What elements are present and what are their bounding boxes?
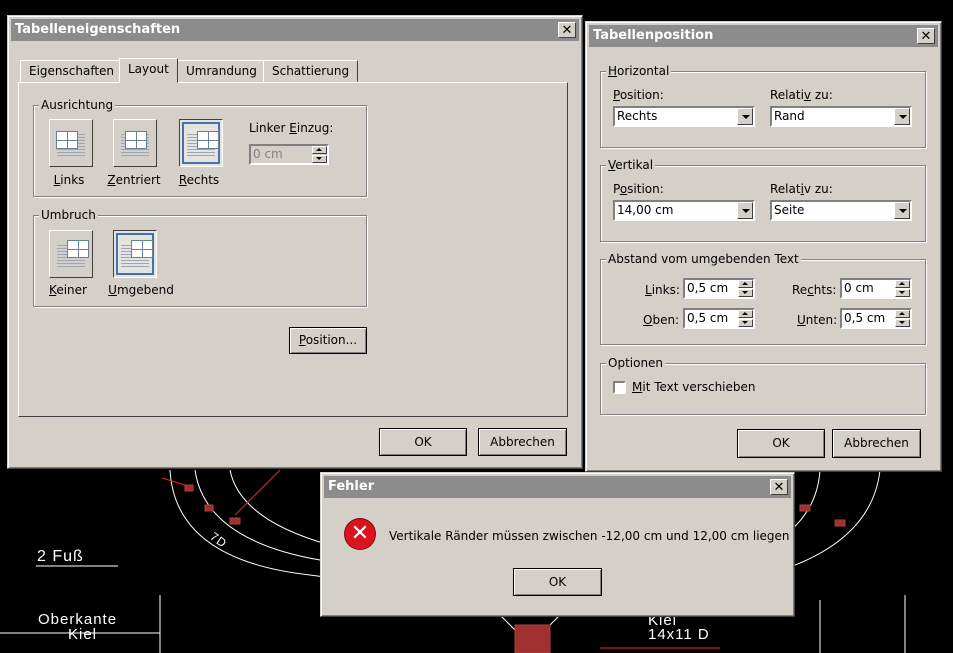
wrap-none-button[interactable] — [49, 230, 93, 278]
table-icon — [56, 131, 78, 149]
table-position-titlebar[interactable]: Tabellenposition ✕ — [589, 25, 938, 47]
horizontal-group-label: Horizontal — [606, 64, 672, 78]
align-right-button[interactable] — [179, 119, 223, 167]
top-distance-spinner[interactable]: 0,5 cm — [683, 308, 755, 329]
v-position-select[interactable]: 14,00 cm — [613, 200, 755, 221]
spin-down-icon[interactable] — [738, 319, 753, 327]
move-with-text-checkbox[interactable] — [613, 381, 626, 394]
chevron-down-icon[interactable] — [737, 202, 753, 219]
h-position-label: Position: — [613, 88, 664, 102]
error-icon: ✕ — [345, 519, 375, 549]
v-position-value: 14,00 cm — [617, 203, 674, 217]
align-left-label: Links — [53, 173, 85, 187]
close-button[interactable]: ✕ — [770, 479, 788, 495]
chevron-down-icon[interactable] — [894, 202, 910, 219]
table-icon — [67, 240, 89, 258]
spin-up-icon[interactable] — [895, 280, 910, 288]
vertical-group-label: Vertikal — [606, 158, 656, 172]
dialog-title: Tabellenposition — [593, 28, 714, 43]
bottom-distance-value: 0,5 cm — [844, 311, 886, 325]
top-distance-label: Oben: — [643, 313, 680, 327]
cancel-button[interactable]: Abbrechen — [832, 429, 921, 458]
v-relative-label: Relativ zu: — [770, 182, 833, 196]
bottom-distance-label: Unten: — [797, 313, 838, 327]
left-distance-label: Links: — [645, 283, 680, 297]
distance-group: Abstand vom umgebenden Text — [600, 252, 926, 345]
align-center-button[interactable] — [113, 119, 157, 167]
align-center-label: Zentriert — [107, 173, 161, 187]
table-icon — [125, 131, 147, 149]
alignment-group-label: Ausrichtung — [39, 98, 116, 112]
right-distance-label: Rechts: — [792, 283, 837, 297]
close-icon: ✕ — [920, 29, 932, 44]
v-relative-select[interactable]: Seite — [770, 200, 912, 221]
position-button[interactable]: Position... — [289, 327, 367, 354]
left-distance-spinner[interactable]: 0,5 cm — [683, 278, 755, 299]
close-icon: ✕ — [561, 23, 573, 38]
table-icon — [197, 131, 219, 149]
tab-layout[interactable]: Layout — [119, 58, 178, 83]
v-relative-value: Seite — [774, 203, 805, 217]
ok-button[interactable]: OK — [513, 568, 602, 596]
cad-label-14x11d: 14x11 D — [648, 626, 710, 643]
spin-down-icon[interactable] — [895, 289, 910, 297]
right-distance-value: 0 cm — [844, 281, 874, 295]
wrap-around-label: Umgebend — [108, 283, 174, 297]
h-relative-select[interactable]: Rand — [770, 106, 912, 127]
spin-down-icon[interactable] — [738, 289, 753, 297]
bottom-distance-spinner[interactable]: 0,5 cm — [840, 308, 912, 329]
wrap-none-label: Keiner — [49, 283, 87, 297]
dialog-title: Fehler — [328, 479, 375, 494]
wrap-around-button[interactable] — [113, 230, 157, 278]
spin-down-icon[interactable] — [895, 319, 910, 327]
table-icon — [131, 240, 153, 258]
indent-label: Linker Einzug: — [249, 121, 334, 135]
chevron-down-icon[interactable] — [894, 108, 910, 125]
indent-value: 0 cm — [253, 147, 283, 161]
close-icon: ✕ — [773, 480, 785, 495]
tab-eigenschaften[interactable]: Eigenschaften — [20, 60, 124, 82]
wrap-group-label: Umbruch — [39, 208, 98, 222]
spin-up-icon[interactable] — [738, 310, 753, 318]
move-with-text-label[interactable]: Mit Text verschieben — [632, 380, 756, 394]
ok-button[interactable]: OK — [737, 429, 825, 458]
h-position-value: Rechts — [617, 109, 658, 123]
cancel-button[interactable]: Abbrechen — [478, 428, 567, 456]
dialog-title: Tabelleneigenschaften — [15, 22, 181, 37]
right-distance-spinner[interactable]: 0 cm — [840, 278, 912, 299]
chevron-down-icon[interactable] — [737, 108, 753, 125]
h-relative-label: Relativ zu: — [770, 88, 833, 102]
table-properties-titlebar[interactable]: Tabelleneigenschaften ✕ — [11, 19, 579, 41]
error-message: Vertikale Ränder müssen zwischen -12,00 … — [389, 529, 790, 543]
close-button[interactable]: ✕ — [917, 28, 935, 44]
tab-schattierung[interactable]: Schattierung — [263, 60, 359, 82]
distance-group-label: Abstand vom umgebenden Text — [606, 252, 801, 266]
left-distance-value: 0,5 cm — [687, 281, 729, 295]
spin-down-icon[interactable] — [312, 155, 327, 163]
ok-button[interactable]: OK — [379, 428, 467, 456]
h-position-select[interactable]: Rechts — [613, 106, 755, 127]
cad-label-2-fuss: 2 Fuß — [37, 548, 84, 565]
spin-up-icon[interactable] — [312, 146, 327, 154]
spin-up-icon[interactable] — [895, 310, 910, 318]
top-distance-value: 0,5 cm — [687, 311, 729, 325]
error-titlebar[interactable]: Fehler ✕ — [324, 476, 791, 498]
align-left-button[interactable] — [49, 119, 93, 167]
spin-up-icon[interactable] — [738, 280, 753, 288]
cad-label-kiel-left: Kiel — [68, 626, 98, 643]
align-right-label: Rechts — [178, 173, 220, 187]
v-position-label: Position: — [613, 182, 664, 196]
tab-umrandung[interactable]: Umrandung — [177, 60, 266, 82]
indent-spinner[interactable]: 0 cm — [249, 144, 329, 165]
options-group-label: Optionen — [606, 356, 666, 370]
h-relative-value: Rand — [774, 109, 805, 123]
close-button[interactable]: ✕ — [558, 22, 576, 38]
